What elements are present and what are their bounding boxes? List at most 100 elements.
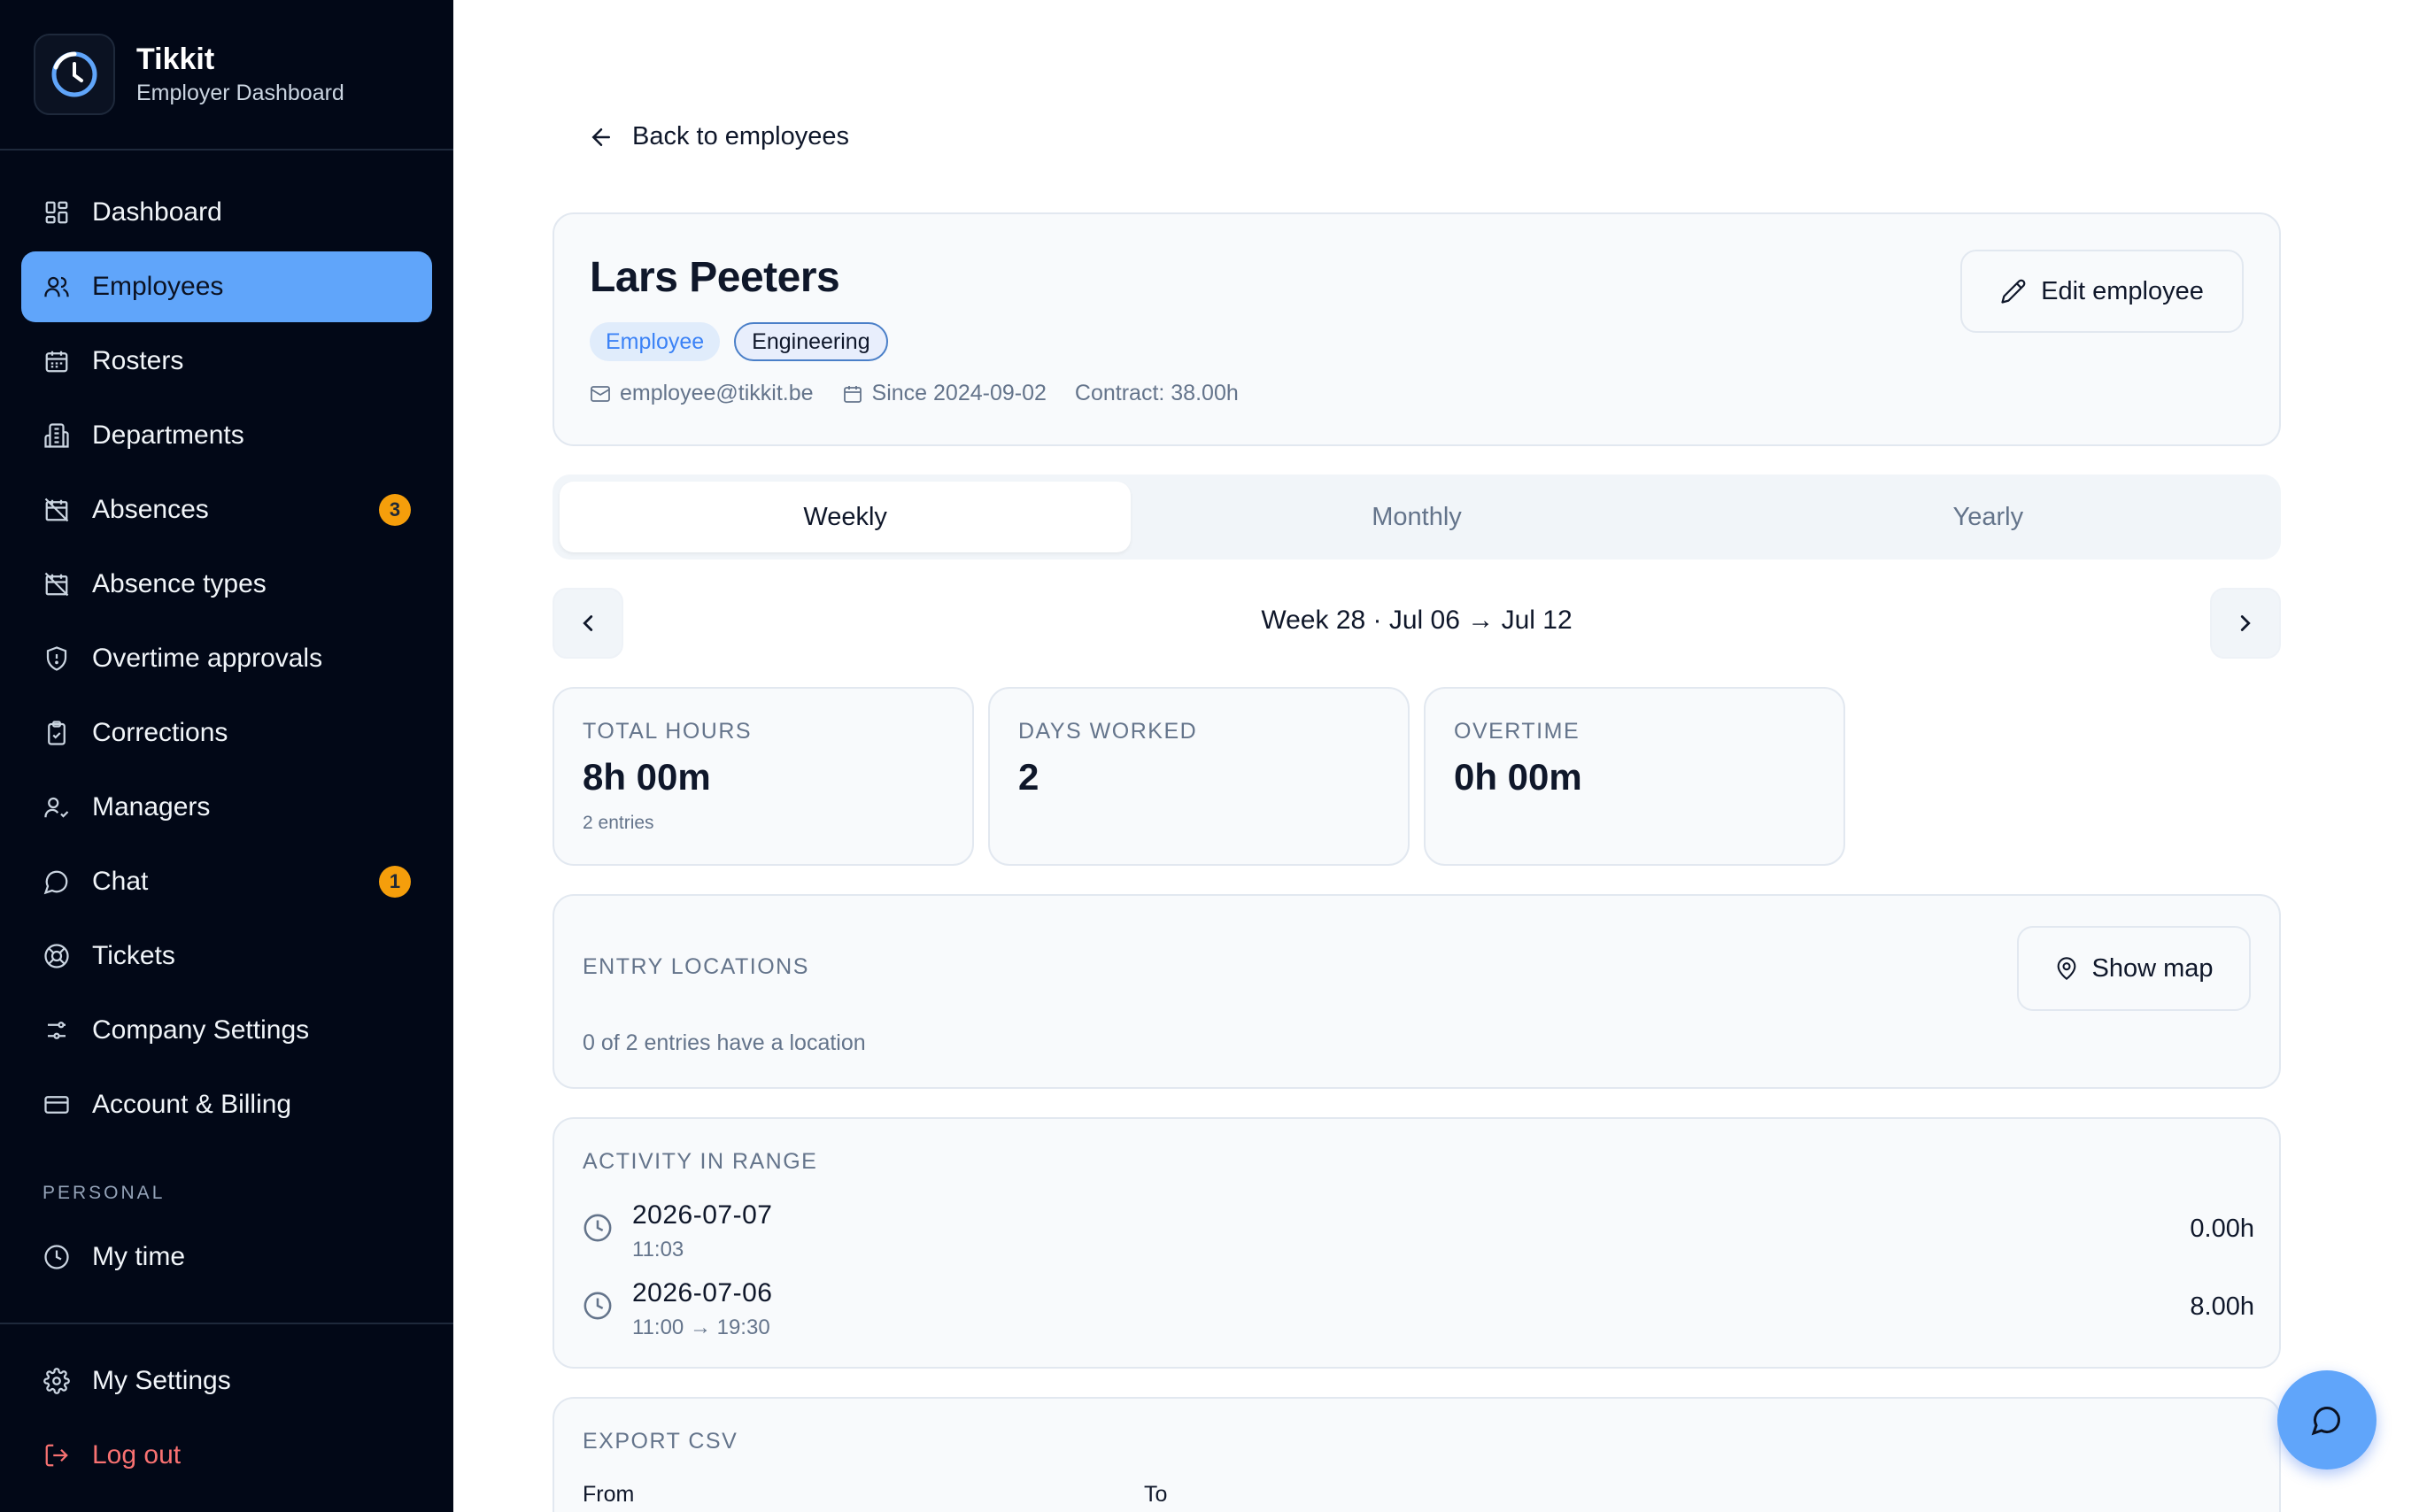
week-range-label: Week 28 · Jul 06 → Jul 12 <box>1261 606 1573 635</box>
sidebar-item-departments[interactable]: Departments <box>21 400 432 471</box>
role-badge: Employee <box>590 322 721 361</box>
brand-name: Tikkit <box>136 42 215 76</box>
calendar-icon <box>842 383 863 405</box>
sidebar-item-label: My Settings <box>92 1366 231 1395</box>
sidebar-item-absences[interactable]: Absences 3 <box>21 474 432 545</box>
credit-card-icon <box>43 1091 71 1119</box>
tab-yearly[interactable]: Yearly <box>1703 482 2274 552</box>
gear-icon <box>43 1367 71 1395</box>
week-navigator: Week 28 · Jul 06 → Jul 12 <box>553 588 2281 659</box>
tab-monthly[interactable]: Monthly <box>1131 482 1702 552</box>
brand: Tikkit Employer Dashboard <box>34 34 344 115</box>
sidebar-item-account-billing[interactable]: Account & Billing <box>21 1069 432 1140</box>
lifebuoy-icon <box>43 942 71 970</box>
bottom-nav: My Settings Log out <box>21 1346 432 1494</box>
sidebar-item-tickets[interactable]: Tickets <box>21 921 432 991</box>
sidebar-item-label: Managers <box>92 792 211 822</box>
section-title: ACTIVITY IN RANGE <box>583 1149 818 1174</box>
edit-employee-button[interactable]: Edit employee <box>1960 250 2244 333</box>
sidebar-item-label: Company Settings <box>92 1015 310 1045</box>
sidebar-item-label: Absence types <box>92 569 267 598</box>
clock-icon <box>43 1243 71 1271</box>
tab-weekly[interactable]: Weekly <box>560 482 1132 552</box>
absences-count-badge: 3 <box>379 494 411 526</box>
activity-row[interactable]: 2026-07-07 11:03 0.00h <box>583 1200 2254 1271</box>
email-meta: employee@tikkit.be <box>590 381 814 406</box>
stat-overtime: OVERTIME 0h 00m <box>1424 687 1845 866</box>
export-csv-card: EXPORT CSV From To <box>553 1397 2281 1512</box>
sidebar-item-my-time[interactable]: My time <box>21 1222 432 1292</box>
message-icon <box>2311 1404 2343 1436</box>
department-badge: Engineering <box>734 322 888 361</box>
employee-since: Since 2024-09-02 <box>871 381 1047 405</box>
user-check-icon <box>43 793 71 822</box>
stat-label: DAYS WORKED <box>1018 719 1198 744</box>
sidebar-item-label: Account & Billing <box>92 1090 292 1119</box>
dashboard-icon <box>43 198 71 227</box>
activity-time: 11:03 <box>632 1238 684 1261</box>
sidebar-item-employees[interactable]: Employees <box>21 251 432 322</box>
sidebar-item-my-settings[interactable]: My Settings <box>21 1346 432 1416</box>
section-title: ENTRY LOCATIONS <box>583 954 809 979</box>
calendar-off-icon <box>43 496 71 524</box>
stat-value: 2 <box>1018 756 1039 798</box>
sidebar-item-dashboard[interactable]: Dashboard <box>21 177 432 248</box>
sidebar-item-corrections[interactable]: Corrections <box>21 698 432 768</box>
employee-profile-card: Lars Peeters Employee Engineering employ… <box>553 212 2281 446</box>
edit-employee-label: Edit employee <box>2041 276 2204 305</box>
sidebar-item-label: Chat <box>92 867 149 896</box>
stat-sub: 2 entries <box>583 813 654 833</box>
calendar-off-icon <box>43 570 71 598</box>
sidebar-item-log-out[interactable]: Log out <box>21 1420 432 1491</box>
next-week-button[interactable] <box>2210 588 2281 659</box>
sidebar-item-rosters[interactable]: Rosters <box>21 326 432 397</box>
map-pin-icon <box>2054 956 2079 981</box>
stat-label: TOTAL HOURS <box>583 719 753 744</box>
calendar-icon <box>43 347 71 375</box>
activity-time: 11:00 → 19:30 <box>632 1315 770 1339</box>
message-icon <box>43 868 71 896</box>
activity-hours: 8.00h <box>2190 1292 2254 1321</box>
back-to-employees-link[interactable]: Back to employees <box>588 122 849 151</box>
sidebar-item-label: My time <box>92 1242 185 1271</box>
sidebar-item-overtime-approvals[interactable]: Overtime approvals <box>21 623 432 694</box>
sidebar-item-company-settings[interactable]: Company Settings <box>21 995 432 1066</box>
stat-label: OVERTIME <box>1454 719 1580 744</box>
employee-meta: employee@tikkit.be Since 2024-09-02 Cont… <box>590 381 1267 406</box>
logout-icon <box>43 1441 71 1470</box>
sidebar-nav: Dashboard Employees Rosters Departments … <box>21 177 432 1144</box>
employee-tags: Employee Engineering <box>590 322 902 361</box>
sidebar-item-chat[interactable]: Chat 1 <box>21 846 432 917</box>
sidebar: Tikkit Employer Dashboard Dashboard Empl… <box>0 0 453 1512</box>
clock-icon <box>583 1213 613 1243</box>
pencil-icon <box>2000 278 2027 305</box>
employee-name: Lars Peeters <box>590 254 840 301</box>
sidebar-item-label: Employees <box>92 272 224 301</box>
sidebar-item-label: Absences <box>92 495 209 524</box>
shield-icon <box>43 644 71 673</box>
main-content: Back to employees Lars Peeters Employee … <box>453 0 2419 1512</box>
employee-contract: Contract: 38.00h <box>1074 381 1239 405</box>
to-label: To <box>1144 1482 1168 1507</box>
activity-date: 2026-07-06 <box>632 1278 773 1308</box>
personal-section-label: PERSONAL <box>43 1183 166 1203</box>
sidebar-item-label: Departments <box>92 420 244 450</box>
building-icon <box>43 421 71 450</box>
activity-row[interactable]: 2026-07-06 11:00 → 19:30 8.00h <box>583 1278 2254 1349</box>
activity-date: 2026-07-07 <box>632 1200 773 1230</box>
employee-email: employee@tikkit.be <box>620 381 814 405</box>
sidebar-item-label: Dashboard <box>92 197 222 227</box>
stat-value: 0h 00m <box>1454 756 1582 798</box>
clock-logo-icon <box>34 34 115 115</box>
show-map-label: Show map <box>2091 953 2214 983</box>
stat-value: 8h 00m <box>583 756 711 798</box>
stat-total-hours: TOTAL HOURS 8h 00m 2 entries <box>553 687 974 866</box>
sidebar-item-label: Tickets <box>92 941 175 970</box>
show-map-button[interactable]: Show map <box>2017 926 2251 1011</box>
sidebar-item-absence-types[interactable]: Absence types <box>21 549 432 620</box>
arrow-left-icon <box>588 124 614 150</box>
chat-fab-button[interactable] <box>2277 1370 2376 1470</box>
sidebar-item-managers[interactable]: Managers <box>21 772 432 843</box>
brand-subtitle: Employer Dashboard <box>136 81 344 105</box>
sidebar-item-label: Corrections <box>92 718 228 747</box>
